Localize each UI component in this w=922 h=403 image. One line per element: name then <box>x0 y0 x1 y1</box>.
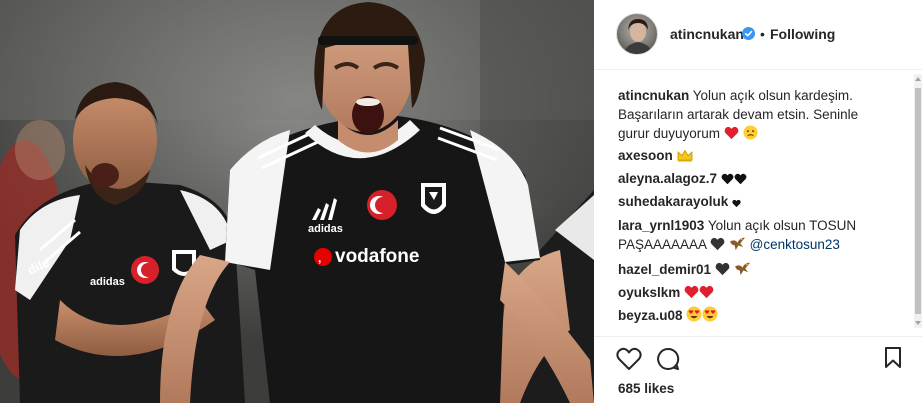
comment-text: Yolun açık olsun TOSUN <box>707 218 857 233</box>
black-heart-icon <box>721 173 734 185</box>
following-button[interactable]: Following <box>770 26 835 42</box>
eagle-icon <box>729 237 745 251</box>
red-heart-icon <box>699 285 714 299</box>
comment-text-line2: PAŞAAAAAAA <box>618 237 707 252</box>
comment-item: suhedakarayoluk <box>618 192 741 211</box>
author-avatar[interactable] <box>616 13 658 55</box>
comment-item: axesoon <box>618 146 693 165</box>
comment-bubble-icon[interactable] <box>656 347 680 371</box>
scrollbar-thumb[interactable] <box>915 88 921 314</box>
post-photo[interactable]: adidas dile adidas , vodafone <box>0 0 594 403</box>
scroll-up-arrow-icon[interactable] <box>915 76 921 82</box>
eagle-icon <box>734 262 750 276</box>
svg-text:adidas: adidas <box>90 276 125 288</box>
jersey-sponsor-text: vodafone <box>335 246 419 267</box>
mention-link[interactable]: @cenktosun23 <box>750 237 840 252</box>
verified-badge-icon <box>742 27 755 40</box>
comments-list: atincnukan Yolun açık olsun kardeşim. Ba… <box>594 70 912 335</box>
crown-icon <box>677 149 692 162</box>
comment-item: oyukslkm <box>618 283 714 302</box>
post-side-panel: atincnukan • Following atincnukan Yolun … <box>594 0 922 403</box>
comment-username[interactable]: aleyna.alagoz.7 <box>618 171 717 186</box>
like-heart-icon[interactable] <box>616 347 642 371</box>
comment-item: hazel_demir01 <box>618 260 751 279</box>
football-celebration-image: adidas dile adidas , vodafone <box>0 0 594 403</box>
author-username[interactable]: atincnukan <box>670 26 744 42</box>
comment-item: beyza.u08 <box>618 306 718 325</box>
heart-eyes-icon <box>702 306 718 322</box>
black-heart-icon <box>734 173 747 185</box>
post-actions-bar: 685 likes <box>594 336 922 403</box>
black-heart-icon <box>715 262 730 276</box>
small-black-heart-icon <box>732 199 741 208</box>
heart-eyes-icon <box>686 306 702 322</box>
post-caption: atincnukan Yolun açık olsun kardeşim. Ba… <box>618 86 888 143</box>
red-heart-icon <box>724 126 739 140</box>
comment-username[interactable]: oyukslkm <box>618 285 680 300</box>
scroll-down-arrow-icon[interactable] <box>915 320 921 326</box>
sad-face-icon <box>743 125 758 140</box>
post-header: atincnukan • Following <box>594 0 922 70</box>
comment-username[interactable]: hazel_demir01 <box>618 262 711 277</box>
comment-item: aleyna.alagoz.7 <box>618 169 747 188</box>
likes-count[interactable]: 685 likes <box>618 381 674 396</box>
comments-scrollbar[interactable] <box>914 74 922 328</box>
bookmark-icon[interactable] <box>884 347 902 369</box>
comment-username[interactable]: axesoon <box>618 148 673 163</box>
svg-text:adidas: adidas <box>308 223 343 235</box>
comment-item: lara_yrnl1903 Yolun açık olsun TOSUN PAŞ… <box>618 216 898 254</box>
comment-username[interactable]: suhedakarayoluk <box>618 194 728 209</box>
black-heart-icon <box>710 237 725 251</box>
comment-username[interactable]: beyza.u08 <box>618 308 683 323</box>
svg-text:,: , <box>318 251 321 265</box>
header-separator: • <box>760 26 765 42</box>
comment-username[interactable]: lara_yrnl1903 <box>618 218 704 233</box>
red-heart-icon <box>684 285 699 299</box>
caption-username[interactable]: atincnukan <box>618 88 689 103</box>
